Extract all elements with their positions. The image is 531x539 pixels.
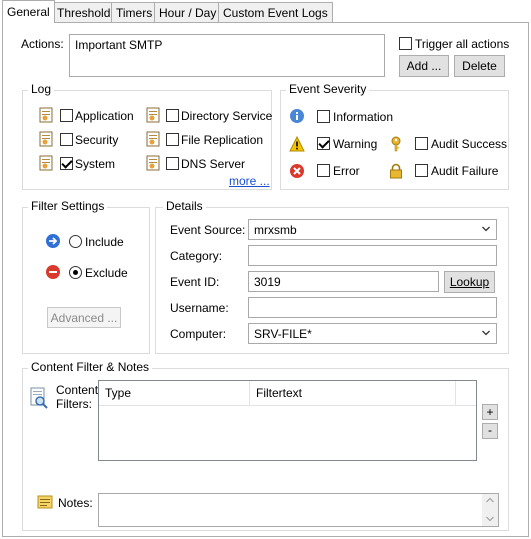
content-filters-table[interactable]: Type Filtertext [98, 380, 477, 461]
content-filter-title: Content Filter & Notes [28, 360, 153, 374]
notes-icon [37, 495, 53, 509]
chevron-down-icon [482, 330, 490, 336]
category-label: Category: [170, 249, 223, 263]
filter-settings-title: Filter Settings [28, 199, 108, 213]
content-filters-label-2: Filters: [56, 397, 92, 411]
actions-list[interactable]: Important SMTP [69, 34, 385, 77]
category-input[interactable] [248, 245, 497, 266]
column-header-filler [456, 381, 476, 406]
exclude-radio[interactable] [69, 266, 82, 279]
include-icon [46, 234, 60, 248]
tab-timers[interactable]: Timers [111, 2, 158, 22]
log-directory-service-checkbox[interactable] [166, 109, 179, 122]
log-icon [146, 107, 160, 123]
actions-label: Actions: [21, 37, 64, 51]
key-icon [391, 136, 401, 152]
event-source-value: mrxsmb [254, 223, 297, 237]
log-dns-server-label: DNS Server [181, 157, 246, 171]
log-dns-server-checkbox[interactable] [166, 157, 179, 170]
log-application-checkbox[interactable] [60, 109, 73, 122]
severity-audit-success-label: Audit Success [431, 137, 508, 151]
severity-warning-label: Warning [333, 137, 378, 151]
log-icon [39, 107, 53, 123]
severity-audit-success-checkbox[interactable] [415, 137, 428, 150]
trigger-all-checkbox[interactable] [399, 37, 412, 50]
computer-label: Computer: [170, 327, 227, 341]
exclude-label: Exclude [85, 266, 128, 280]
computer-value: SRV-FILE* [254, 327, 312, 341]
add-action-button[interactable]: Add ... [399, 55, 449, 77]
log-security-checkbox[interactable] [60, 133, 73, 146]
general-panel: Actions: Important SMTP Trigger all acti… [2, 22, 529, 537]
log-file-replication-label: File Replication [181, 133, 264, 147]
lookup-button[interactable]: Lookup [444, 271, 495, 293]
computer-combo[interactable]: SRV-FILE* [248, 323, 497, 344]
log-icon [39, 131, 53, 147]
notes-label: Notes: [58, 496, 93, 510]
content-filter-icon [30, 387, 48, 409]
notes-scrollbar[interactable] [482, 494, 498, 526]
tab-hour-day[interactable]: Hour / Day [154, 2, 222, 22]
include-label: Include [85, 235, 124, 249]
add-filter-button[interactable]: + [482, 404, 498, 420]
advanced-button[interactable]: Advanced ... [47, 307, 121, 328]
severity-group-title: Event Severity [286, 82, 370, 96]
scroll-up-icon[interactable] [486, 497, 494, 503]
column-header-filtertext[interactable]: Filtertext [250, 381, 456, 406]
content-filters-label-1: Content [56, 383, 99, 397]
log-application-label: Application [75, 109, 134, 123]
log-group-title: Log [28, 82, 55, 96]
event-source-label: Event Source: [170, 223, 246, 237]
log-security-label: Security [75, 133, 119, 147]
severity-warning-checkbox[interactable] [317, 137, 330, 150]
severity-error-checkbox[interactable] [317, 164, 330, 177]
include-radio[interactable] [69, 235, 82, 248]
username-label: Username: [170, 301, 229, 315]
exclude-icon [46, 265, 60, 279]
tab-general[interactable]: General [2, 0, 55, 23]
info-icon [290, 109, 304, 123]
username-input[interactable] [248, 297, 497, 318]
log-icon [146, 131, 160, 147]
log-more-link[interactable]: more ... [229, 174, 270, 188]
remove-filter-button[interactable]: - [482, 423, 498, 439]
column-header-type[interactable]: Type [99, 381, 250, 406]
scroll-down-icon[interactable] [486, 516, 494, 522]
log-file-replication-checkbox[interactable] [166, 133, 179, 146]
severity-information-label: Information [333, 110, 394, 124]
notes-textarea[interactable] [98, 493, 499, 527]
chevron-down-icon [482, 226, 490, 232]
warning-icon [289, 136, 305, 152]
event-source-combo[interactable]: mrxsmb [248, 219, 497, 240]
trigger-all-label: Trigger all actions [415, 37, 510, 51]
log-system-label: System [75, 157, 116, 171]
severity-information-checkbox[interactable] [317, 110, 330, 123]
event-id-label: Event ID: [170, 275, 220, 289]
severity-error-label: Error [333, 164, 360, 178]
log-system-checkbox[interactable] [60, 157, 73, 170]
delete-action-button[interactable]: Delete [454, 55, 505, 77]
lock-icon [390, 163, 402, 179]
log-icon [39, 155, 53, 171]
event-id-input[interactable]: 3019 [248, 271, 439, 292]
severity-audit-failure-label: Audit Failure [431, 164, 499, 178]
severity-audit-failure-checkbox[interactable] [415, 164, 428, 177]
details-title: Details [163, 199, 206, 213]
filter-settings-group [22, 207, 150, 354]
tab-threshold[interactable]: Threshold [52, 2, 116, 22]
log-directory-service-label: Directory Service [181, 109, 273, 123]
tab-custom-event-logs[interactable]: Custom Event Logs [218, 2, 333, 22]
log-icon [146, 155, 160, 171]
error-icon [290, 164, 304, 178]
